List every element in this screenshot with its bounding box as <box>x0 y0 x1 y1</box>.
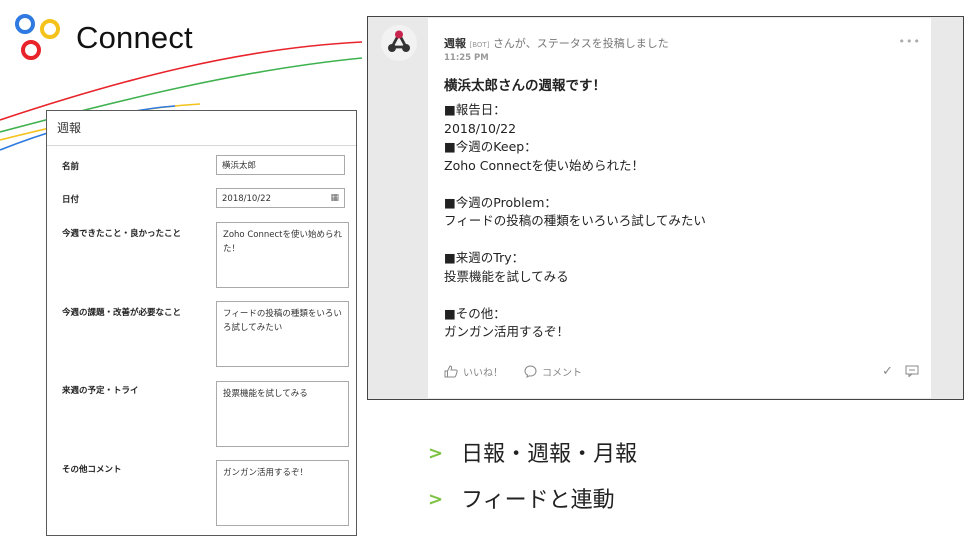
bullet-text: 日報・週報・月報 <box>461 442 638 467</box>
post-line: ■来週のTry： <box>444 250 525 265</box>
comment-button[interactable]: コメント <box>524 364 582 379</box>
textarea-line: 投票機能を試してみる <box>223 389 308 399</box>
textarea-line: た！ <box>223 244 241 254</box>
post-line: ■今週のKeep： <box>444 139 537 154</box>
more-dots-icon[interactable]: ••• <box>899 35 921 48</box>
post-line: 2018/10/22 <box>444 120 517 136</box>
textarea-line: ガンガン活用するぞ！ <box>223 468 309 478</box>
reply-icon[interactable] <box>905 365 919 377</box>
plan-label: 来週の予定・トライ <box>62 386 139 396</box>
post-title: 横浜太郎さんの週報です！ <box>444 78 606 94</box>
other-label: その他コメント <box>62 465 122 475</box>
post-line: 投票機能を試してみる <box>444 268 569 284</box>
post-line <box>444 231 706 250</box>
post-line: ■今週のProblem： <box>444 194 557 210</box>
date-input[interactable]: 2018/10/22 ▦ <box>216 188 345 208</box>
comment-icon <box>524 365 537 378</box>
other-textarea[interactable]: ガンガン活用するぞ！ <box>216 460 349 526</box>
plan-textarea[interactable]: 投票機能を試してみる <box>216 381 349 447</box>
logo-text: Connect <box>76 20 193 55</box>
issues-label: 今週の課題・改善が必要なこと <box>62 308 182 318</box>
calendar-icon[interactable]: ▦ <box>330 193 339 203</box>
post-line <box>444 286 706 305</box>
like-label: いいね！ <box>463 368 503 379</box>
name-label: 名前 <box>62 162 80 172</box>
textarea-line: ろ試してみたい <box>223 323 283 333</box>
post-line <box>444 175 706 194</box>
issues-textarea[interactable]: フィードの投稿の種類をいろい ろ試してみたい <box>216 301 349 367</box>
good-label: 今週できたこと・良かったこと <box>62 229 182 239</box>
bullet-text: フィードと連動 <box>461 488 615 513</box>
good-textarea[interactable]: Zoho Connectを使い始められ た！ <box>216 222 349 288</box>
post-line: ■報告日： <box>444 102 506 117</box>
post-action-text: さんが、ステータスを投稿しました <box>492 37 669 50</box>
post-header: 週報 [BOT] さんが、ステータスを投稿しました <box>444 35 669 51</box>
name-input[interactable]: 横浜太郎 <box>216 155 345 175</box>
form-title: 週報 <box>47 111 356 146</box>
connect-logo: Connect <box>10 8 193 68</box>
bullet-item: > 日報・週報・月報 <box>428 436 637 468</box>
feed-post-card: 週報 [BOT] さんが、ステータスを投稿しました 11:25 PM ••• 横… <box>428 18 931 398</box>
post-time[interactable]: 11:25 PM <box>444 53 489 63</box>
check-icon[interactable]: ✓ <box>882 364 893 379</box>
chevron-right-icon: > <box>428 443 444 464</box>
textarea-line: フィードの投稿の種類をいろい <box>223 309 342 319</box>
post-body: ■報告日： 2018/10/22 ■今週のKeep： Zoho Connectを… <box>444 101 706 342</box>
like-button[interactable]: いいね！ <box>444 364 503 379</box>
webhook-bot-icon <box>381 25 417 61</box>
comment-label: コメント <box>542 368 582 379</box>
chevron-right-icon: > <box>428 489 444 510</box>
post-line: フィードの投稿の種類をいろいろ試してみたい <box>444 213 706 228</box>
post-line: ■その他： <box>444 305 506 321</box>
thumbs-up-icon <box>444 365 458 378</box>
date-value: 2018/10/22 <box>222 194 271 204</box>
post-line: ガンガン活用するぞ！ <box>444 324 570 339</box>
feed-post-panel: 週報 [BOT] さんが、ステータスを投稿しました 11:25 PM ••• 横… <box>367 16 964 400</box>
post-actions: いいね！ コメント ✓ <box>444 364 919 382</box>
post-line: Zoho Connectを使い始められた！ <box>444 157 644 173</box>
date-label: 日付 <box>62 195 80 205</box>
bot-badge: [BOT] <box>469 41 490 49</box>
textarea-line: Zoho Connectを使い始められ <box>223 230 342 240</box>
connect-logo-icon <box>15 14 60 60</box>
weekly-report-form: 週報 名前 横浜太郎 日付 2018/10/22 ▦ 今週できたこと・良かったこ… <box>46 110 357 536</box>
post-author[interactable]: 週報 <box>444 37 466 50</box>
bullet-item: > フィードと連動 <box>428 482 615 514</box>
